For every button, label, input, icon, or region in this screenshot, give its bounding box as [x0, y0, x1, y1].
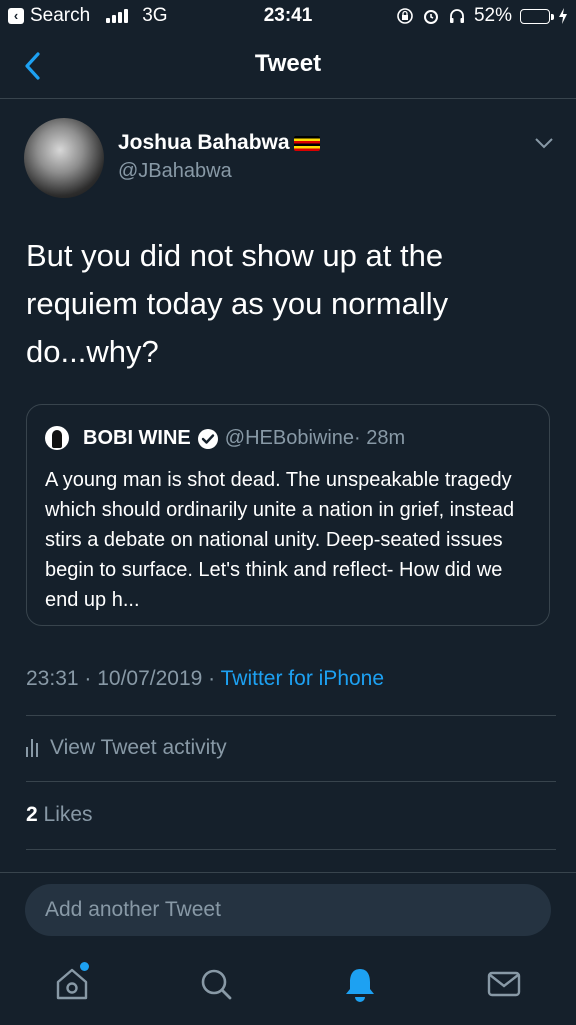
add-another-tweet-input[interactable]: Add another Tweet [25, 884, 551, 936]
divider [26, 715, 556, 716]
quoted-author-handle: @HEBobiwine [224, 427, 355, 449]
tweet-text: But you did not show up at the requiem t… [26, 238, 449, 369]
author-name[interactable]: Joshua Bahabwa [118, 131, 290, 155]
search-icon[interactable] [194, 962, 238, 1006]
alarm-icon [423, 10, 438, 24]
messages-icon[interactable] [482, 962, 526, 1006]
status-right: 52% [396, 5, 568, 27]
view-tweet-activity-label[interactable]: View Tweet activity [50, 736, 227, 760]
quoted-tweet-time: · 28m [354, 427, 406, 449]
divider [26, 781, 556, 782]
header-divider [0, 98, 576, 99]
uganda-flag-emoji [293, 135, 320, 151]
author-avatar[interactable] [24, 118, 104, 198]
headphones-icon [449, 9, 464, 23]
status-bar: ‹ Search 3G 23:41 52% [0, 0, 576, 34]
analytics-icon [26, 739, 38, 757]
quoted-tweet-header: BOBI WINE @HEBobiwine · 28m [83, 427, 405, 450]
divider [26, 849, 556, 850]
quoted-author-name: BOBI WINE [83, 427, 191, 449]
meta-separator: · [202, 667, 221, 690]
quoted-tweet-card[interactable]: BOBI WINE @HEBobiwine · 28m A young man … [26, 404, 550, 626]
battery-percent: 52% [473, 5, 512, 26]
page-title: Tweet [254, 50, 322, 77]
rotation-lock-icon [397, 8, 413, 24]
battery-icon [520, 8, 554, 24]
tweet-timestamp: 23:31 · 10/07/2019 [26, 667, 203, 690]
notifications-icon[interactable] [338, 962, 382, 1006]
charging-icon [559, 8, 567, 24]
chevron-down-icon[interactable] [534, 136, 554, 150]
tweet-source-link[interactable]: Twitter for iPhone [221, 667, 384, 690]
quoted-tweet-text: A young man is shot dead. The unspeakabl… [45, 469, 515, 611]
view-tweet-activity-button[interactable]: View Tweet activity [26, 736, 227, 760]
author-handle[interactable]: @JBahabwa [118, 160, 232, 183]
likes-label[interactable]: Likes [44, 803, 93, 826]
quoted-author-avatar [45, 426, 69, 450]
tweet-meta: 23:31 · 10/07/2019 · Twitter for iPhone [26, 667, 384, 691]
likes-count[interactable]: 2 [26, 803, 38, 826]
unread-dot [80, 962, 89, 971]
author-name-row[interactable]: Joshua Bahabwa [118, 131, 320, 155]
likes-count-row[interactable]: 2 Likes [26, 803, 93, 827]
compose-placeholder[interactable]: Add another Tweet [45, 898, 221, 922]
verified-badge-icon [197, 428, 218, 449]
